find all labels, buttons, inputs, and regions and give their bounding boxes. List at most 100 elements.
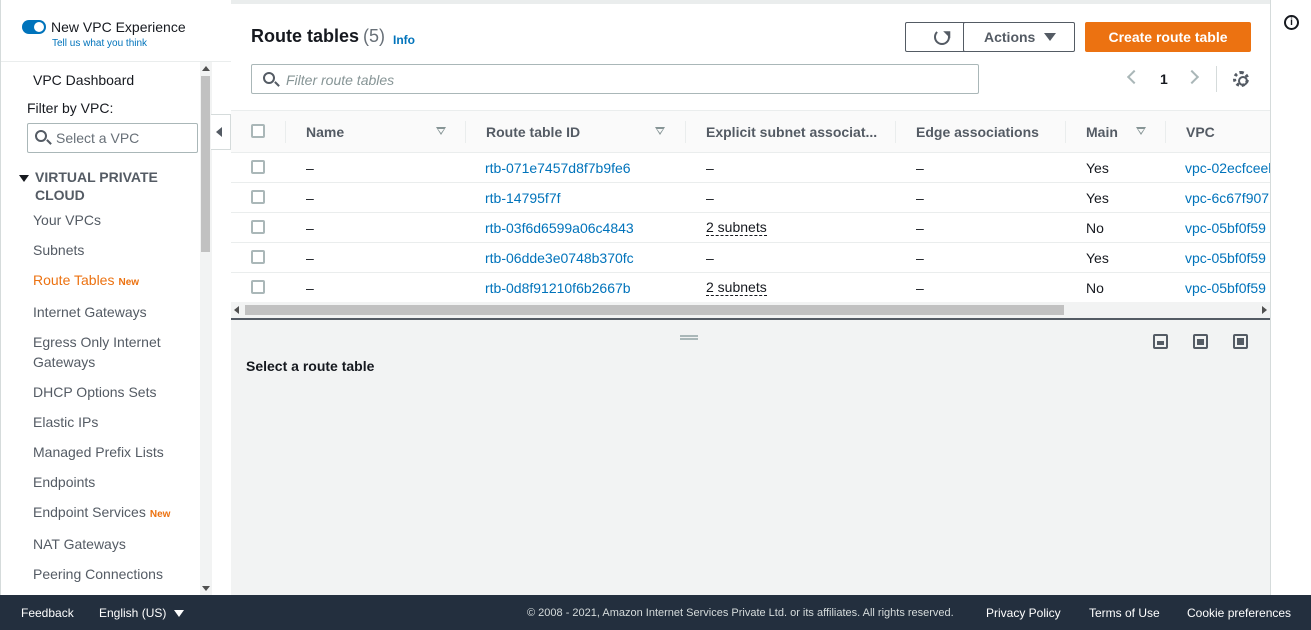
cell-name: – (306, 220, 314, 236)
privacy-policy-link[interactable]: Privacy Policy (986, 606, 1061, 620)
sidebar-item-endpoint-services[interactable]: Endpoint Services New (33, 502, 170, 525)
table-row[interactable]: – rtb-0d8f91210f6b2667b 2 subnets – No vpc-05… (231, 273, 1270, 302)
filter-route-tables-input[interactable]: Filter route tables (251, 64, 979, 94)
divider (1216, 66, 1217, 92)
sidebar-item-dhcp-options-sets[interactable]: DHCP Options Sets (33, 382, 156, 402)
row-checkbox[interactable] (251, 160, 265, 174)
column-divider (465, 121, 466, 143)
actions-button[interactable]: Actions (963, 22, 1075, 52)
column-header-vpc[interactable]: VPC (1186, 124, 1215, 140)
cell-vpc[interactable]: vpc-6c67f907 (1185, 190, 1269, 206)
cell-main: Yes (1086, 160, 1109, 176)
current-page-number[interactable]: 1 (1160, 71, 1168, 87)
cell-id[interactable]: rtb-06dde3e0748b370fc (485, 250, 634, 266)
cell-main: No (1086, 220, 1104, 236)
actions-label: Actions (984, 29, 1036, 45)
panel-bottom-small-icon[interactable] (1153, 334, 1168, 349)
column-header-name[interactable]: Name (306, 124, 344, 140)
cell-subnets[interactable]: 2 subnets (706, 280, 767, 296)
terms-of-use-link[interactable]: Terms of Use (1089, 606, 1160, 620)
gear-icon[interactable] (1233, 71, 1249, 87)
row-checkbox[interactable] (251, 280, 265, 294)
cell-id[interactable]: rtb-0d8f91210f6b2667b (485, 280, 631, 296)
table-row[interactable]: – rtb-06dde3e0748b370fc – – Yes vpc-05bf0f59 (231, 243, 1270, 273)
footer: Feedback English (US) © 2008 - 2021, Ama… (0, 595, 1311, 630)
row-checkbox[interactable] (251, 250, 265, 264)
info-icon[interactable]: i (1284, 15, 1299, 30)
sidebar-item-egress-only-internet-gateways[interactable]: Egress Only Internet Gateways (33, 332, 173, 372)
new-experience-toggle[interactable] (22, 20, 46, 34)
previous-page-icon[interactable] (1126, 69, 1142, 85)
next-page-icon[interactable] (1184, 69, 1200, 85)
cell-vpc[interactable]: vpc-02ecfceel (1185, 160, 1270, 176)
sort-icon[interactable] (436, 127, 446, 135)
column-header-main[interactable]: Main (1086, 124, 1118, 140)
cell-id[interactable]: rtb-03f6d6599a06c4843 (485, 220, 634, 236)
new-badge: New (149, 509, 171, 520)
row-checkbox[interactable] (251, 220, 265, 234)
caret-down-icon (174, 610, 185, 618)
sort-icon[interactable] (655, 127, 665, 135)
info-link[interactable]: Info (393, 33, 415, 47)
row-checkbox[interactable] (251, 190, 265, 204)
sidebar-item-your-vpcs[interactable]: Your VPCs (33, 210, 101, 230)
scrollbar-thumb[interactable] (201, 76, 210, 252)
cell-id[interactable]: rtb-071e7457d8f7b9fe6 (485, 160, 631, 176)
column-header-edge-associations[interactable]: Edge associations (916, 124, 1039, 140)
sidebar-item-label: Subnets (33, 242, 85, 258)
split-panel-divider (231, 318, 1270, 320)
scroll-up-icon[interactable] (202, 66, 210, 71)
search-icon (263, 72, 275, 84)
create-route-table-button[interactable]: Create route table (1085, 22, 1251, 52)
footer-feedback-link[interactable]: Feedback (21, 606, 74, 620)
select-all-checkbox[interactable] (251, 124, 265, 138)
scroll-down-icon[interactable] (202, 586, 210, 591)
sidebar-item-peering-connections[interactable]: Peering Connections (33, 564, 163, 584)
sidebar-item-endpoints[interactable]: Endpoints (33, 472, 95, 492)
resize-handle[interactable] (680, 335, 698, 340)
sidebar-item-managed-prefix-lists[interactable]: Managed Prefix Lists (33, 442, 164, 462)
cell-vpc[interactable]: vpc-05bf0f59 (1185, 220, 1266, 236)
cell-name: – (306, 280, 314, 296)
table-horizontal-scrollbar[interactable] (231, 302, 1270, 318)
language-label: English (US) (99, 606, 167, 620)
cell-edge: – (916, 160, 924, 176)
table-row[interactable]: – rtb-03f6d6599a06c4843 2 subnets – No vpc-05… (231, 213, 1270, 243)
feedback-link[interactable]: Tell us what you think (52, 38, 147, 49)
column-header-route-table-id[interactable]: Route table ID (486, 124, 580, 140)
copyright-text: © 2008 - 2021, Amazon Internet Services … (527, 607, 954, 619)
filter-placeholder: Filter route tables (286, 72, 395, 88)
sidebar-item-subnets[interactable]: Subnets (33, 240, 84, 260)
page-title: Route tables (5) (251, 26, 385, 47)
scrollbar-thumb[interactable] (245, 305, 1064, 315)
table-row[interactable]: – rtb-14795f7f – – Yes vpc-6c67f907 (231, 183, 1270, 213)
panel-full-icon[interactable] (1233, 334, 1248, 349)
cell-name: – (306, 160, 314, 176)
sidebar-item-label: Route Tables (33, 272, 115, 288)
section-virtual-private-cloud[interactable]: VIRTUAL PRIVATE CLOUD (19, 168, 189, 203)
sidebar-item-elastic-ips[interactable]: Elastic IPs (33, 412, 98, 432)
collapse-sidebar-button[interactable] (211, 114, 231, 150)
cell-id[interactable]: rtb-14795f7f (485, 190, 561, 206)
sidebar-item-internet-gateways[interactable]: Internet Gateways (33, 302, 147, 322)
sidebar-item-nat-gateways[interactable]: NAT Gateways (33, 534, 126, 554)
sidebar-item-vpc-dashboard[interactable]: VPC Dashboard (33, 70, 134, 90)
panel-bottom-medium-icon[interactable] (1193, 334, 1208, 349)
cell-edge: – (916, 190, 924, 206)
scroll-right-icon[interactable] (1262, 306, 1267, 314)
sidebar-item-label: Egress Only Internet Gateways (33, 334, 161, 370)
column-header-explicit-subnet[interactable]: Explicit subnet associat... (706, 124, 877, 140)
cookie-preferences-link[interactable]: Cookie preferences (1187, 606, 1291, 620)
cell-edge: – (916, 280, 924, 296)
sidebar: New VPC Experience Tell us what you thin… (0, 0, 232, 595)
cell-subnets[interactable]: 2 subnets (706, 220, 767, 236)
language-selector[interactable]: English (US) (99, 606, 185, 620)
sort-icon[interactable] (1136, 127, 1146, 135)
cell-vpc[interactable]: vpc-05bf0f59 (1185, 280, 1266, 296)
vpc-select[interactable]: Select a VPC (27, 123, 198, 153)
cell-vpc[interactable]: vpc-05bf0f59 (1185, 250, 1266, 266)
scroll-left-icon[interactable] (234, 306, 239, 314)
cell-edge: – (916, 250, 924, 266)
sidebar-item-route-tables[interactable]: Route Tables New (33, 270, 139, 293)
table-row[interactable]: – rtb-071e7457d8f7b9fe6 – – Yes vpc-02ecfceel (231, 153, 1270, 183)
